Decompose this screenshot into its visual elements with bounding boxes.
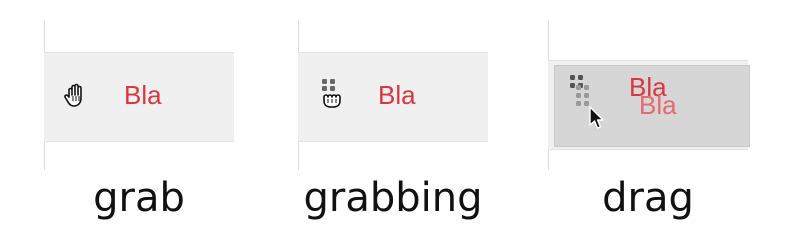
drag-panel: Bla Bla	[548, 20, 750, 170]
grabbing-panel: Bla	[298, 20, 488, 170]
grab-panel: Bla	[44, 20, 234, 170]
list-item[interactable]: Bla	[44, 52, 234, 142]
hand-closed-icon	[323, 94, 341, 108]
arrow-pointer-icon	[589, 106, 604, 129]
hand-open-icon	[64, 83, 82, 107]
ghost-item-label: Bla	[639, 90, 677, 120]
drag-ghost: Bla Bla	[554, 65, 750, 147]
list-item[interactable]: Bla	[298, 52, 488, 142]
caption-grab: grab	[93, 175, 185, 221]
caption-grabbing: grabbing	[303, 175, 483, 221]
item-label: Bla	[378, 80, 416, 110]
list-item[interactable]: Bla Bla	[548, 60, 750, 150]
caption-drag: drag	[602, 175, 694, 221]
item-label: Bla	[124, 80, 162, 110]
